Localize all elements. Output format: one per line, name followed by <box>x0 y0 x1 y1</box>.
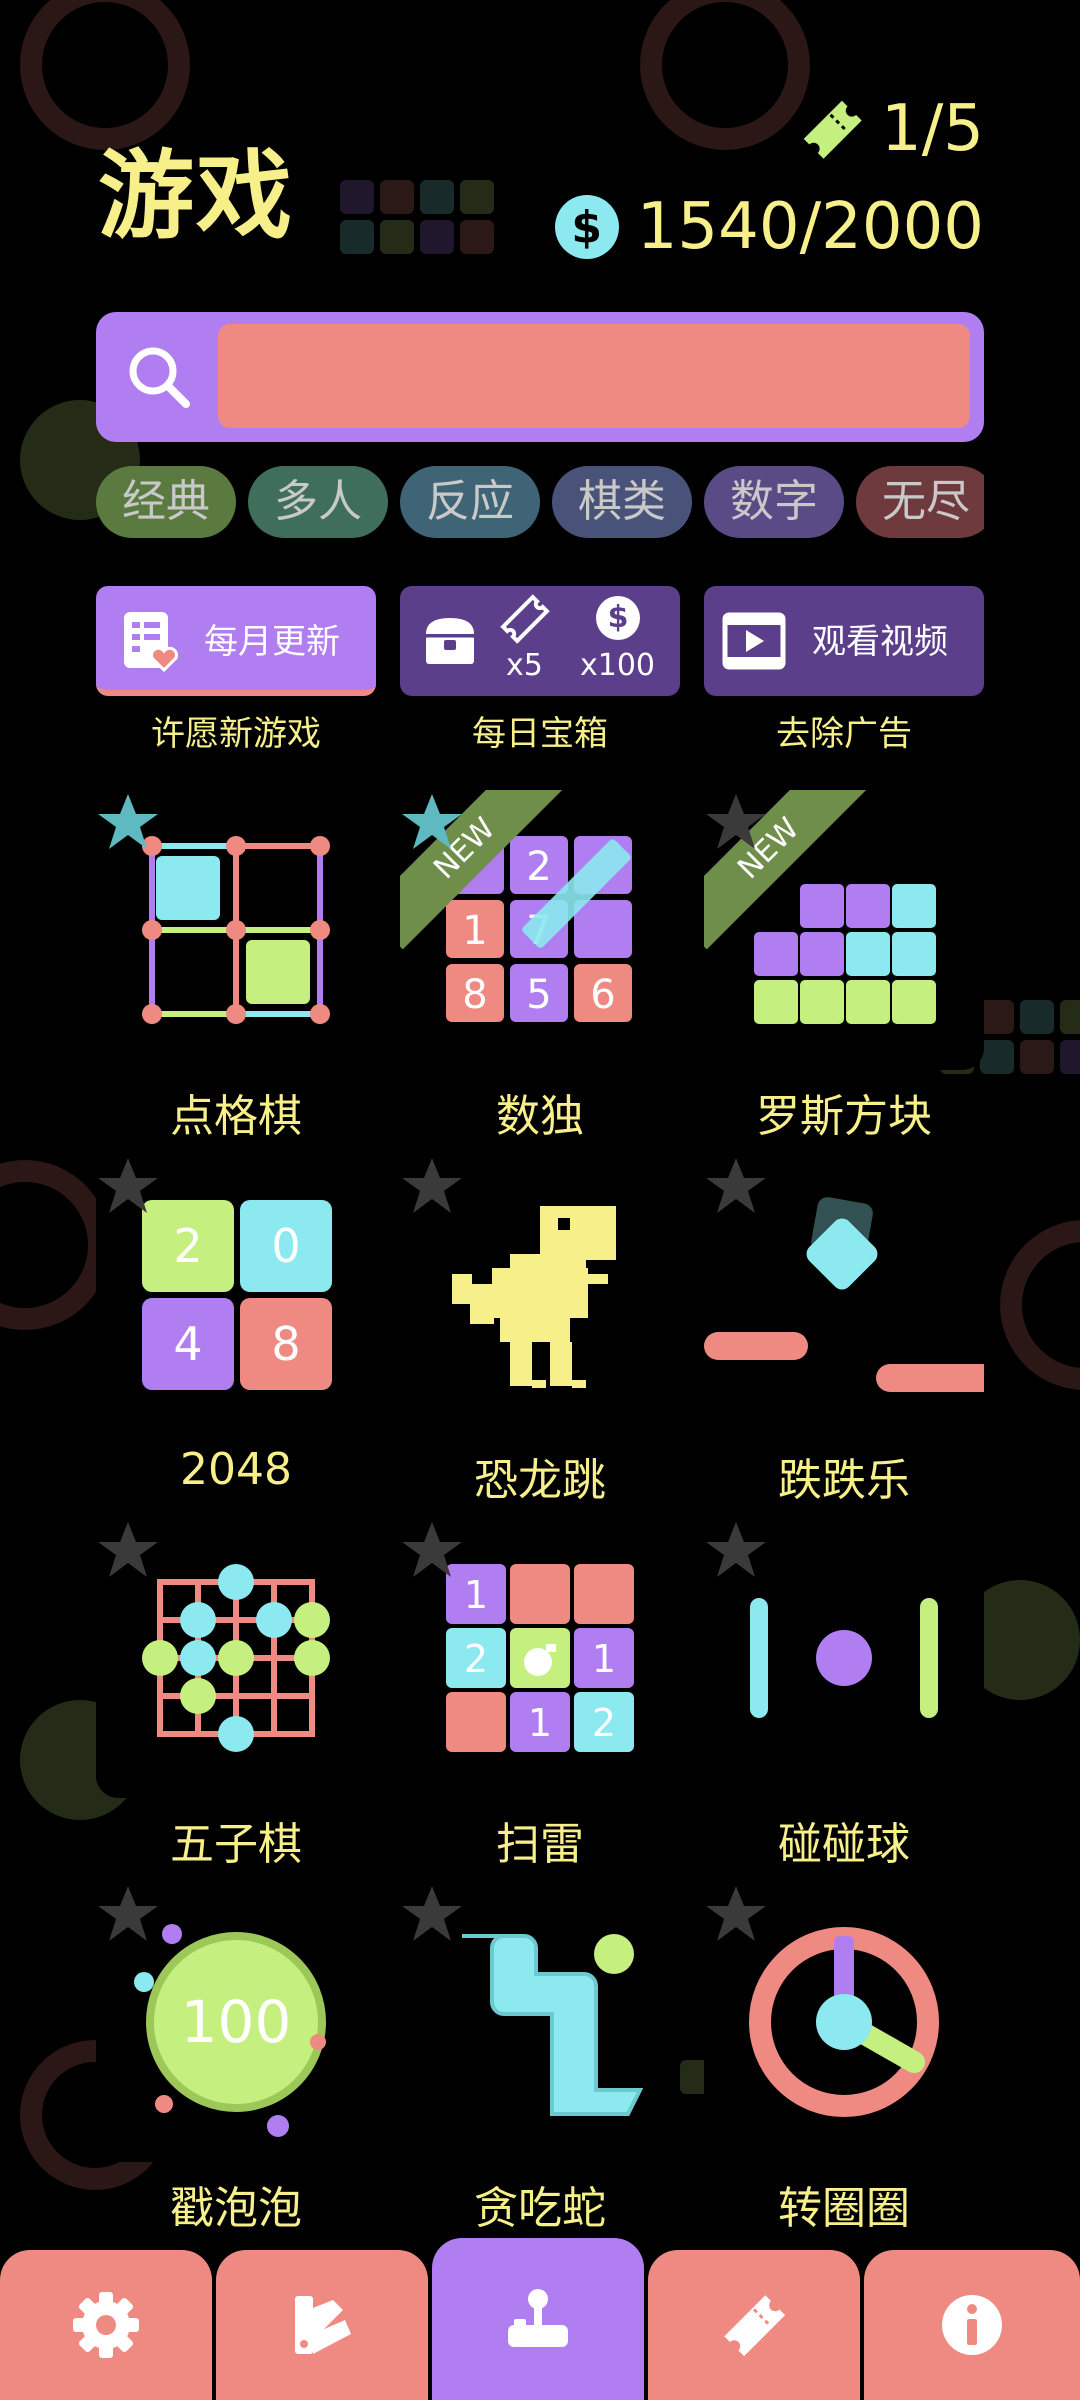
gear-icon <box>73 2292 139 2358</box>
action-buttons: 每月更新 许愿新游戏 x5 $ x100 每日宝箱 观看视频 去除广告 <box>96 586 984 754</box>
watch-video-button[interactable]: 观看视频 <box>704 586 984 696</box>
favorite-star-icon[interactable] <box>400 1154 464 1218</box>
game-card-spin-circle[interactable] <box>704 1882 984 2162</box>
nav-info[interactable] <box>864 2250 1080 2400</box>
game-card-snake[interactable] <box>400 1882 680 2162</box>
game-name: 恐龙跳 <box>474 1455 606 1506</box>
game-card-dots-and-boxes[interactable] <box>96 790 376 1070</box>
wish-label: 许愿新游戏 <box>151 714 321 754</box>
game-card-bubble[interactable]: 100 <box>96 1882 376 2162</box>
favorite-star-icon[interactable] <box>96 790 160 854</box>
mine-count: 1 <box>528 1701 552 1745</box>
mine-count: 1 <box>464 1573 488 1617</box>
category-chip[interactable]: 无尽 <box>856 466 984 538</box>
game-card-2048[interactable]: 2 0 4 8 <box>96 1154 376 1434</box>
bottom-nav <box>0 2238 1080 2400</box>
mine-count: 2 <box>592 1701 616 1745</box>
wish-button-text: 每月更新 <box>204 622 340 662</box>
nav-games[interactable] <box>432 2238 644 2400</box>
game-name: 点格棋 <box>170 1091 302 1142</box>
category-chip[interactable]: 数字 <box>704 466 844 538</box>
game-card-pong[interactable] <box>704 1518 984 1798</box>
sudoku-digit: 1 <box>462 908 487 954</box>
video-icon <box>722 612 786 670</box>
game-name: 罗斯方块 <box>756 1091 932 1142</box>
favorite-star-icon[interactable] <box>704 1154 768 1218</box>
sudoku-digit: 8 <box>462 972 487 1018</box>
bubble-value: 100 <box>181 1988 292 2056</box>
ticket-icon <box>803 100 862 159</box>
game-card-falling-block[interactable] <box>704 1154 984 1434</box>
ticket-reward-icon <box>500 594 550 644</box>
category-chip[interactable]: 经典 <box>96 466 236 538</box>
game-name: 贪吃蛇 <box>474 2183 606 2234</box>
ticket-icon <box>724 2295 786 2357</box>
coin-count: 1540/2000 <box>636 190 984 264</box>
coin-counter: $ 1540/2000 <box>554 190 984 264</box>
wish-list-icon <box>124 612 179 673</box>
coin-reward: x100 <box>580 648 656 683</box>
favorite-star-icon[interactable] <box>704 1518 768 1582</box>
favorite-star-icon[interactable] <box>400 1518 464 1582</box>
game-name: 数独 <box>496 1091 584 1142</box>
nav-settings[interactable] <box>0 2250 212 2400</box>
nav-tickets[interactable] <box>648 2250 860 2400</box>
info-icon <box>942 2295 1002 2355</box>
category-chip[interactable]: 棋类 <box>552 466 692 538</box>
tile-number: 2 <box>173 1219 202 1273</box>
game-card-tetris[interactable]: NEW <box>704 790 984 1070</box>
category-chip[interactable]: 反应 <box>400 466 540 538</box>
game-card-sudoku[interactable]: 2 1 7 8 5 6 NEW <box>400 790 680 1070</box>
game-name: 跌跌乐 <box>778 1455 910 1506</box>
coin-reward-icon: $ <box>596 596 640 640</box>
wish-new-game-button[interactable]: 每月更新 <box>96 586 376 696</box>
search-input[interactable] <box>218 324 970 428</box>
joystick-icon <box>508 2289 568 2347</box>
mine-count: 1 <box>592 1637 616 1681</box>
game-name: 五子棋 <box>170 1819 302 1870</box>
game-name: 碰碰球 <box>778 1819 910 1870</box>
sudoku-digit: 5 <box>526 972 551 1018</box>
coin-icon: $ <box>554 195 619 259</box>
favorite-star-icon[interactable] <box>96 1154 160 1218</box>
daily-chest-button[interactable]: x5 $ x100 <box>400 586 680 696</box>
treasure-chest-icon <box>426 618 474 664</box>
favorite-star-icon[interactable] <box>704 1882 768 1946</box>
tile-number: 0 <box>271 1219 300 1273</box>
game-name: 2048 <box>180 1444 292 1495</box>
search-icon[interactable] <box>124 342 194 412</box>
nav-theme[interactable] <box>216 2250 428 2400</box>
favorite-star-icon[interactable] <box>704 790 768 854</box>
game-card-minesweeper[interactable]: 1 2 1 1 2 <box>400 1518 680 1798</box>
video-button-text: 观看视频 <box>812 622 948 662</box>
category-tabs: 经典 多人 反应 棋类 数字 无尽 <box>96 466 984 540</box>
game-name: 转圈圈 <box>778 2183 910 2234</box>
page-title: 游戏 <box>98 140 294 252</box>
search-bar <box>96 312 984 442</box>
mine-count: 2 <box>464 1637 488 1681</box>
game-card-gomoku[interactable] <box>96 1518 376 1798</box>
daily-chest-label: 每日宝箱 <box>472 714 608 754</box>
ticket-count: 1/5 <box>881 92 984 166</box>
tile-number: 4 <box>173 1317 202 1371</box>
favorite-star-icon[interactable] <box>96 1518 160 1582</box>
favorite-star-icon[interactable] <box>96 1882 160 1946</box>
tile-number: 8 <box>271 1317 300 1371</box>
ticket-reward: x5 <box>506 648 543 683</box>
game-card-dinosaur[interactable] <box>400 1154 680 1434</box>
favorite-star-icon[interactable] <box>400 790 464 854</box>
palette-icon <box>295 2296 351 2354</box>
game-name: 戳泡泡 <box>170 2183 302 2234</box>
remove-ads-label: 去除广告 <box>776 714 912 754</box>
ticket-counter: 1/5 <box>799 92 984 166</box>
sudoku-digit: 2 <box>526 844 551 890</box>
category-chip[interactable]: 多人 <box>248 466 388 538</box>
favorite-star-icon[interactable] <box>400 1882 464 1946</box>
sudoku-digit: 6 <box>590 972 615 1018</box>
game-name: 扫雷 <box>496 1819 584 1870</box>
